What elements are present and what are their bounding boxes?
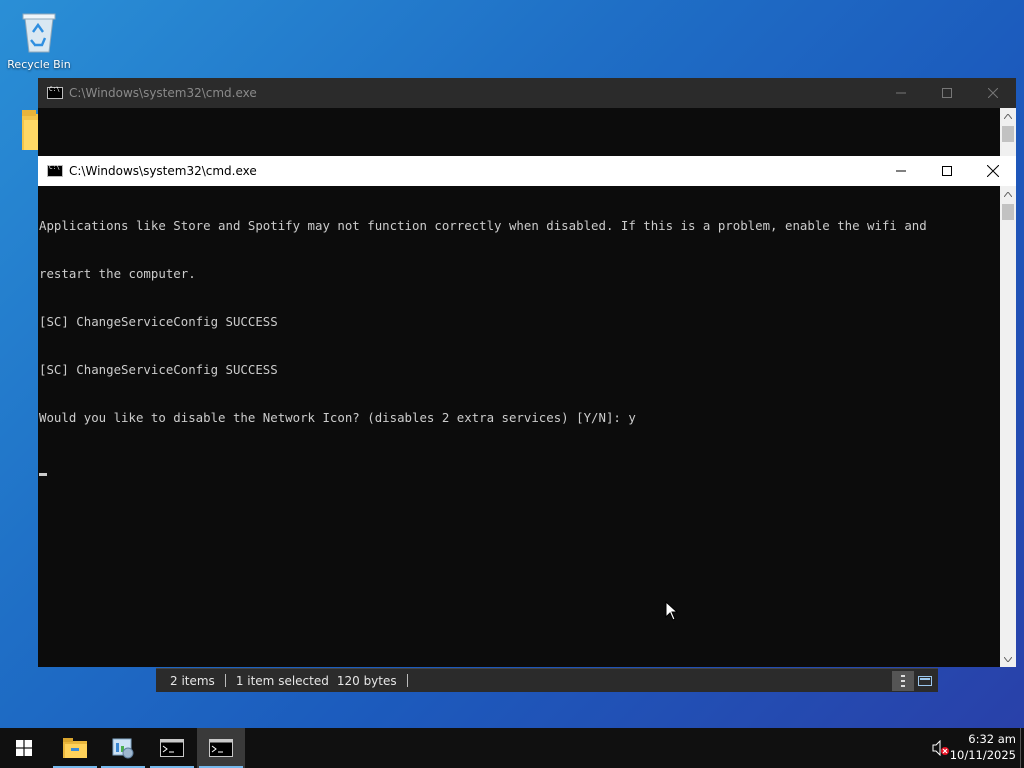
close-button[interactable] — [970, 156, 1016, 186]
clock-date: 10/11/2025 — [949, 748, 1016, 762]
vertical-scrollbar[interactable] — [1000, 186, 1016, 667]
cmd-icon — [47, 164, 63, 177]
close-icon — [988, 88, 998, 98]
separator — [224, 674, 226, 687]
minimize-button[interactable] — [878, 78, 924, 108]
scrollbar-thumb[interactable] — [1002, 126, 1014, 142]
recycle-bin-icon — [17, 6, 61, 56]
scroll-up-icon[interactable] — [1000, 108, 1016, 124]
large-icons-view-icon — [918, 676, 932, 686]
start-button[interactable] — [0, 728, 48, 768]
mouse-pointer-icon — [665, 601, 679, 621]
minimize-icon — [896, 92, 906, 94]
console-line: [SC] ChangeServiceConfig SUCCESS — [39, 362, 278, 377]
maximize-button[interactable] — [924, 78, 970, 108]
window-title: C:\Windows\system32\cmd.exe — [69, 86, 257, 100]
recycle-bin-shortcut[interactable]: Recycle Bin — [0, 6, 78, 71]
taskbar: 6:32 am 10/11/2025 — [0, 728, 1024, 768]
console-output[interactable]: Applications like Store and Spotify may … — [38, 186, 1000, 667]
window-title: C:\Windows\system32\cmd.exe — [69, 164, 257, 178]
recycle-bin-label: Recycle Bin — [7, 58, 71, 71]
console-line: [SC] ChangeServiceConfig SUCCESS — [39, 314, 278, 329]
maximize-icon — [942, 88, 952, 98]
taskbar-control-panel[interactable] — [99, 728, 147, 768]
tray-clock[interactable]: 6:32 am 10/11/2025 — [950, 731, 1016, 763]
folder-shortcut[interactable]: At — [0, 108, 40, 152]
explorer-status-bar: 2 items 1 item selected 120 bytes — [156, 668, 938, 692]
title-bar[interactable]: C:\Windows\system32\cmd.exe — [38, 156, 1016, 186]
console-cursor-line — [39, 458, 1000, 476]
cmd-window-background[interactable]: C:\Windows\system32\cmd.exe — [38, 78, 1016, 158]
volume-muted-icon — [932, 739, 949, 757]
show-desktop-button[interactable] — [1020, 728, 1024, 768]
file-explorer-icon — [63, 738, 87, 758]
minimize-button[interactable] — [878, 156, 924, 186]
scroll-up-icon[interactable] — [1000, 186, 1016, 202]
selection-info: 1 item selected — [235, 673, 329, 688]
scroll-down-icon[interactable] — [1000, 651, 1016, 667]
details-view-button[interactable] — [892, 671, 914, 691]
separator — [406, 674, 408, 687]
windows-logo-icon — [16, 740, 32, 756]
selection-size: 120 bytes — [336, 673, 397, 688]
console-line: Applications like Store and Spotify may … — [39, 218, 927, 233]
maximize-icon — [942, 166, 952, 176]
cmd-window-active[interactable]: C:\Windows\system32\cmd.exe Applications… — [38, 156, 1016, 667]
console-output[interactable] — [38, 108, 1000, 158]
taskbar-file-explorer[interactable] — [51, 728, 99, 768]
cmd-icon — [47, 86, 63, 99]
volume-tray-button[interactable] — [932, 739, 950, 760]
item-count: 2 items — [170, 673, 215, 688]
close-button[interactable] — [970, 78, 1016, 108]
command-prompt-icon — [209, 739, 233, 757]
console-line: restart the computer. — [39, 266, 196, 281]
taskbar-command-prompt[interactable] — [148, 728, 196, 768]
large-icons-view-button[interactable] — [914, 671, 936, 691]
taskbar-command-prompt-active[interactable] — [197, 728, 245, 768]
minimize-icon — [896, 170, 906, 172]
title-bar[interactable]: C:\Windows\system32\cmd.exe — [38, 78, 1016, 108]
console-line: Would you like to disable the Network Ic… — [39, 410, 636, 425]
scrollbar-thumb[interactable] — [1002, 204, 1014, 220]
text-cursor — [39, 473, 47, 476]
close-icon — [987, 165, 999, 177]
control-panel-icon — [112, 738, 134, 759]
vertical-scrollbar[interactable] — [1000, 108, 1016, 158]
clock-time: 6:32 am — [968, 732, 1016, 746]
command-prompt-icon — [160, 739, 184, 757]
maximize-button[interactable] — [924, 156, 970, 186]
details-view-icon — [901, 675, 905, 687]
